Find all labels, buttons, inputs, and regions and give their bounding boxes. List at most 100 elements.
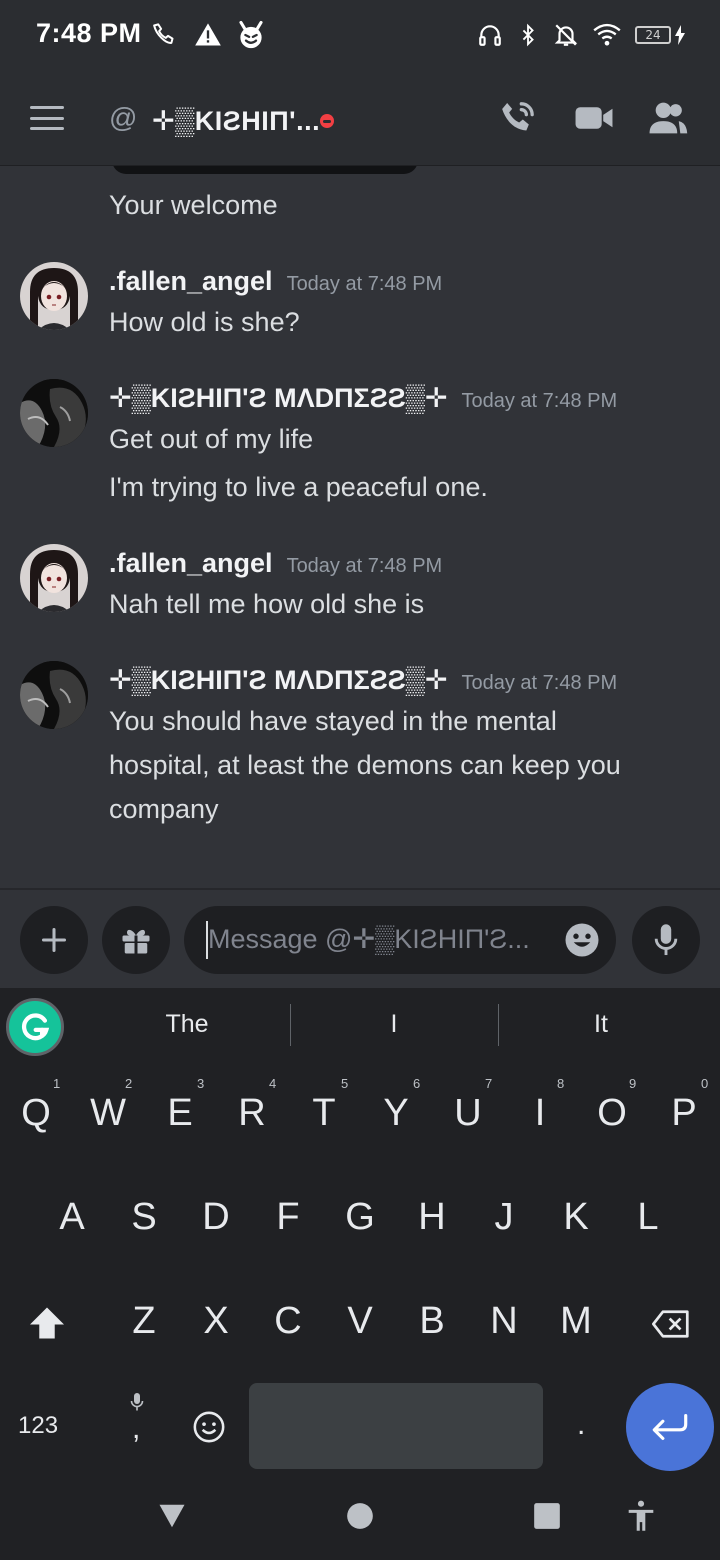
emoji-key-icon[interactable] <box>192 1410 226 1444</box>
key-p[interactable]: P <box>654 1092 714 1135</box>
avatar[interactable] <box>20 661 88 729</box>
message-timestamp: Today at 7:48 PM <box>461 390 618 412</box>
key-h[interactable]: H <box>402 1196 462 1239</box>
key-d[interactable]: D <box>186 1196 246 1239</box>
suggestion-item[interactable]: It <box>551 1010 651 1039</box>
anime-girl-avatar-image <box>20 544 88 612</box>
headphones-icon <box>479 25 501 46</box>
enter-arrow-icon <box>652 1414 688 1441</box>
grammarly-button[interactable] <box>6 998 64 1056</box>
key-u[interactable]: U <box>438 1092 498 1135</box>
key-v[interactable]: V <box>330 1300 390 1343</box>
key-c[interactable]: C <box>258 1300 318 1343</box>
warning-icon <box>195 23 221 46</box>
space-key[interactable] <box>249 1383 543 1469</box>
period-key[interactable]: . <box>577 1408 585 1442</box>
message-content: You should have stayed in the mental <box>109 706 557 736</box>
message-timestamp: Today at 7:48 PM <box>286 555 443 577</box>
symbols-key[interactable]: 123 <box>18 1412 58 1440</box>
key-q[interactable]: Q <box>6 1092 66 1135</box>
key-b[interactable]: B <box>402 1300 462 1343</box>
key-y[interactable]: Y <box>366 1092 426 1135</box>
phone-call-icon <box>153 23 174 44</box>
gift-nitro-button[interactable] <box>102 906 170 974</box>
key-g[interactable]: G <box>330 1196 390 1239</box>
dm-recipient-name[interactable]: ✛▒KIƧHIП'... <box>152 106 320 137</box>
dark-figure-avatar-image <box>20 379 88 447</box>
enter-key[interactable] <box>626 1383 714 1471</box>
message-content: I'm trying to live a peaceful one. <box>109 472 488 502</box>
message-input[interactable]: Message @✛▒KIƧHIП'Ƨ... <box>184 906 616 974</box>
status-bar: 7:48 PM 24 <box>0 0 720 70</box>
message-content: Nah tell me how old she is <box>109 589 425 619</box>
message-author[interactable]: ✛▒KIƧHIП'Ƨ MΛDПΣƧƧ▒✛ <box>109 665 447 696</box>
devil-face-icon <box>239 20 263 49</box>
key-s[interactable]: S <box>114 1196 174 1239</box>
emoji-picker-icon[interactable] <box>564 922 600 958</box>
plus-icon <box>41 927 67 953</box>
key-m[interactable]: M <box>546 1300 606 1343</box>
message-content: How old is she? <box>109 307 300 337</box>
message-composer: Message @✛▒KIƧHIП'Ƨ... <box>0 888 720 988</box>
message-author[interactable]: .fallen_angel <box>109 266 273 297</box>
accessibility-icon[interactable] <box>626 1500 656 1532</box>
do-not-disturb-status-icon <box>320 114 334 128</box>
message-author[interactable]: .fallen_angel <box>109 548 273 579</box>
soft-keyboard: The I It Q W E R T Y U I O P 1 2 3 4 5 6… <box>0 988 720 1560</box>
gift-icon <box>122 929 150 954</box>
key-hint-number: 4 <box>269 1076 277 1091</box>
recents-square-icon[interactable] <box>533 1502 561 1530</box>
screen: 7:48 PM 24 @ ✛▒KIƧHIП'... Your welcome .… <box>0 0 720 1560</box>
comma-key-label: , <box>132 1412 141 1445</box>
bluetooth-icon <box>522 23 534 47</box>
key-x[interactable]: X <box>186 1300 246 1343</box>
key-z[interactable]: Z <box>114 1300 174 1343</box>
dark-figure-avatar-image <box>20 661 88 729</box>
channel-header: @ ✛▒KIƧHIП'... <box>0 70 720 166</box>
backspace-icon[interactable] <box>652 1310 690 1338</box>
home-circle-icon[interactable] <box>346 1502 374 1530</box>
key-k[interactable]: K <box>546 1196 606 1239</box>
anime-girl-avatar-image <box>20 262 88 330</box>
at-symbol-icon: @ <box>109 102 138 133</box>
key-hint-number: 2 <box>125 1076 133 1091</box>
message-list[interactable]: Your welcome .fallen_angel Today at 7:48… <box>0 166 720 888</box>
key-l[interactable]: L <box>618 1196 678 1239</box>
key-j[interactable]: J <box>474 1196 534 1239</box>
avatar[interactable] <box>20 544 88 612</box>
shift-key-icon[interactable] <box>28 1306 66 1340</box>
attach-button[interactable] <box>20 906 88 974</box>
avatar[interactable] <box>20 379 88 447</box>
key-t[interactable]: T <box>294 1092 354 1135</box>
suggestion-item[interactable]: I <box>344 1010 444 1039</box>
status-time: 7:48 PM <box>36 18 142 48</box>
key-hint-number: 0 <box>701 1076 709 1091</box>
suggestion-item[interactable]: The <box>137 1010 237 1039</box>
members-icon <box>649 102 688 134</box>
key-hint-number: 7 <box>485 1076 493 1091</box>
back-triangle-icon[interactable] <box>157 1502 187 1530</box>
hamburger-menu-icon[interactable] <box>30 106 64 130</box>
video-call-button[interactable] <box>572 98 616 138</box>
key-e[interactable]: E <box>150 1092 210 1135</box>
key-w[interactable]: W <box>78 1092 138 1135</box>
message-author[interactable]: ✛▒KIƧHIП'Ƨ MΛDПΣƧƧ▒✛ <box>109 383 447 414</box>
microphone-icon <box>654 924 678 956</box>
battery-indicator: 24 <box>635 25 686 45</box>
key-n[interactable]: N <box>474 1300 534 1343</box>
key-r[interactable]: R <box>222 1092 282 1135</box>
voice-message-button[interactable] <box>632 906 700 974</box>
key-hint-number: 8 <box>557 1076 565 1091</box>
key-hint-number: 9 <box>629 1076 637 1091</box>
key-f[interactable]: F <box>258 1196 318 1239</box>
key-a[interactable]: A <box>42 1196 102 1239</box>
comma-mic-key[interactable]: , <box>126 1392 148 1448</box>
key-o[interactable]: O <box>582 1092 642 1135</box>
charging-bolt-icon <box>675 25 685 45</box>
avatar[interactable] <box>20 262 88 330</box>
suggestion-bar: The I It <box>0 988 720 1064</box>
suggestion-divider <box>498 1004 499 1046</box>
voice-call-button[interactable] <box>496 98 540 138</box>
member-list-button[interactable] <box>646 98 690 138</box>
key-i[interactable]: I <box>510 1092 570 1135</box>
